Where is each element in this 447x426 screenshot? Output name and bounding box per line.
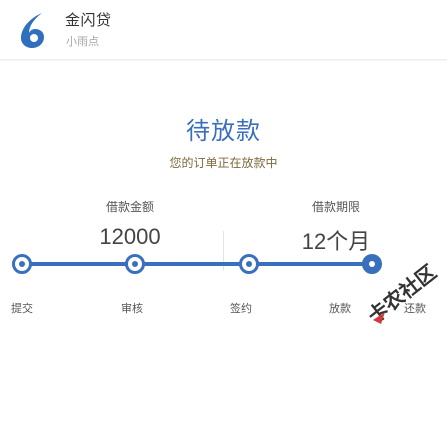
progress-node-submit <box>12 254 32 274</box>
watermark-stamp: 卡农社区 <box>363 260 441 328</box>
loan-amount-block: 借款金额 12000 <box>50 198 210 250</box>
progress-track <box>12 250 402 278</box>
progress-line <box>22 262 382 266</box>
progress-node-review <box>125 254 145 274</box>
loan-term-block: 借款期限 12个月 <box>256 198 416 256</box>
loan-status-card: 待放款 您的订单正在放款中 借款金额 12000 借款期限 12个月 <box>0 61 447 426</box>
brand-logo-icon <box>21 13 44 48</box>
loan-amount-value: 12000 <box>99 224 161 249</box>
watermark-text: 卡农社区 <box>363 260 441 328</box>
brand-subtitle: 小雨点 <box>66 36 99 48</box>
brand-name: 金闪贷 <box>65 12 112 29</box>
step-label-submit: 提交 <box>11 303 33 315</box>
step-label-sign: 签约 <box>230 303 252 315</box>
loan-amount-label: 借款金额 <box>105 200 154 214</box>
app-header: 金闪贷 小雨点 <box>0 0 447 60</box>
step-label-review: 审核 <box>121 303 143 315</box>
step-label-disburse: 放款 <box>329 303 351 315</box>
status-subtitle: 您的订单正在放款中 <box>169 156 278 170</box>
status-title: 待放款 <box>186 118 261 145</box>
progress-node-sign <box>239 254 259 274</box>
loan-term-label: 借款期限 <box>311 200 360 214</box>
